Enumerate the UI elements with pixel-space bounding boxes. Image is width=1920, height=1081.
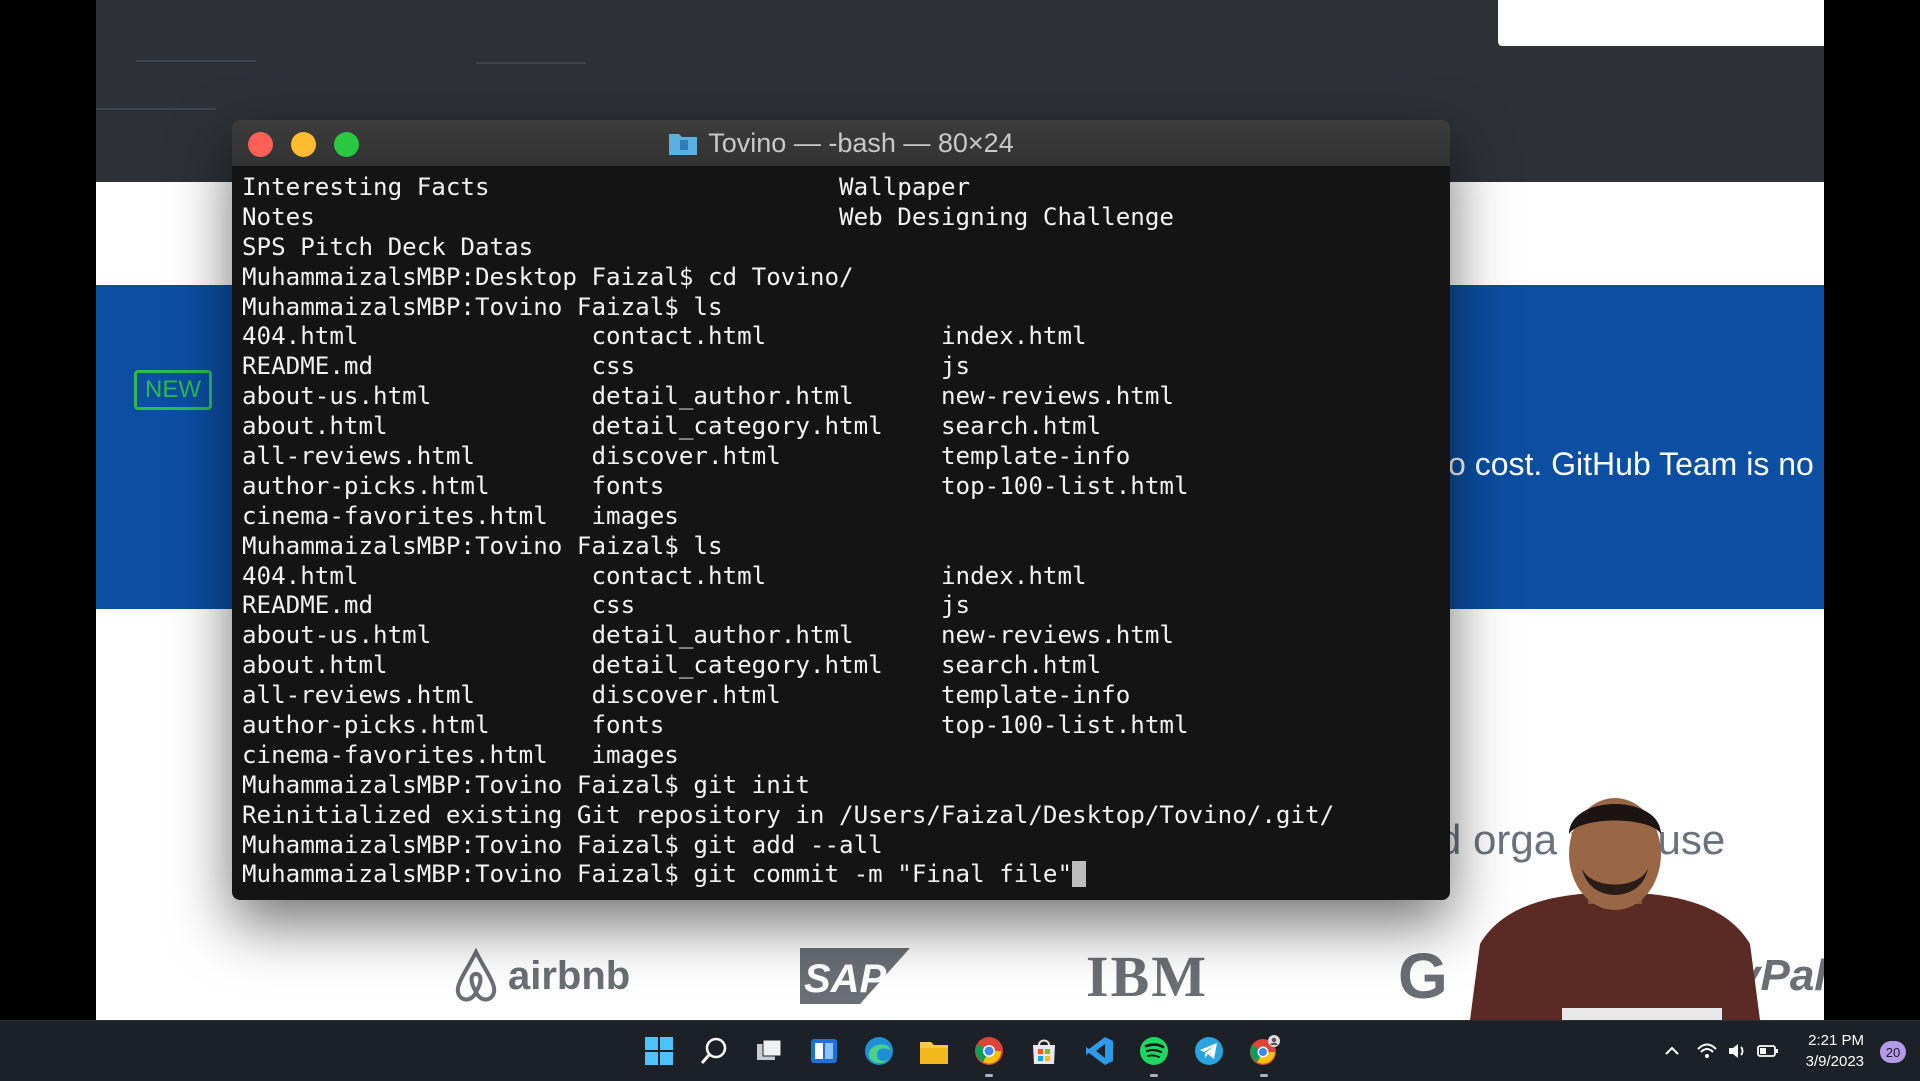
text-cursor <box>1072 861 1087 888</box>
terminal-line: MuhammaizalsMBP:Tovino Faizal$ ls <box>242 531 723 560</box>
search-icon <box>700 1037 727 1064</box>
terminal-line: 404.html contact.html index.html <box>242 322 1087 351</box>
task-view-button[interactable] <box>749 1031 789 1071</box>
terminal-output[interactable]: Interesting Facts Wallpaper Notes Web De… <box>232 167 1450 890</box>
terminal-line: author-picks.html fonts top-100-list.htm… <box>242 471 1189 500</box>
terminal-line: README.md css js <box>242 591 971 620</box>
chrome-icon <box>975 1037 1003 1065</box>
presenter-webcam <box>1470 794 1760 1020</box>
file-explorer-button[interactable] <box>914 1031 954 1071</box>
terminal-line: SPS Pitch Deck Datas <box>242 232 534 261</box>
terminal-line: about.html detail_category.html search.h… <box>242 412 1102 441</box>
terminal-line: README.md css js <box>242 352 971 381</box>
chrome-profile-button[interactable] <box>1244 1031 1284 1077</box>
telegram-icon <box>1195 1037 1223 1065</box>
taskbar-search-button[interactable] <box>694 1031 734 1071</box>
microsoft-store-icon <box>1033 1039 1055 1064</box>
clock-date: 3/9/2023 <box>1805 1053 1864 1070</box>
svg-text:SAP: SAP <box>804 957 887 1001</box>
terminal-title: Tovino — -bash — 80×24 <box>232 120 1450 166</box>
start-button[interactable] <box>639 1031 679 1071</box>
airbnb-icon <box>455 948 497 1002</box>
google-logo: G <box>1398 940 1448 1012</box>
volume-icon[interactable] <box>1726 1041 1748 1061</box>
file-explorer-icon <box>920 1042 948 1064</box>
running-indicator <box>985 1074 993 1077</box>
start-icon <box>645 1037 673 1065</box>
taskbar: 2:21 PM 3/9/2023 20 <box>0 1020 1920 1081</box>
chrome-button[interactable] <box>969 1031 1009 1077</box>
task-view-icon <box>757 1039 782 1060</box>
vscode-icon <box>1086 1037 1113 1065</box>
terminal-window[interactable]: Tovino — -bash — 80×24 Interesting Facts… <box>232 120 1450 900</box>
spotify-button[interactable] <box>1134 1031 1174 1077</box>
terminal-line: MuhammaizalsMBP:Tovino Faizal$ ls <box>242 292 723 321</box>
header-search-box[interactable] <box>1498 0 1824 46</box>
edge-icon <box>865 1037 893 1065</box>
terminal-line: 404.html contact.html index.html <box>242 561 1087 590</box>
terminal-line: about-us.html detail_author.html new-rev… <box>242 621 1174 650</box>
widgets-icon <box>811 1039 837 1063</box>
clock[interactable]: 2:21 PM 3/9/2023 <box>1806 1030 1864 1072</box>
vscode-button[interactable] <box>1079 1031 1119 1071</box>
terminal-prompt-line[interactable]: MuhammaizalsMBP:Tovino Faizal$ git commi… <box>242 860 1440 890</box>
faint-divider <box>136 60 256 62</box>
telegram-button[interactable] <box>1189 1031 1229 1071</box>
airbnb-logo: airbnb <box>450 940 630 1012</box>
terminal-line: cinema-favorites.html images <box>242 740 679 769</box>
terminal-line: Notes Web Designing Challenge <box>242 202 1174 231</box>
terminal-line: MuhammaizalsMBP:Desktop Faizal$ cd Tovin… <box>242 262 854 291</box>
terminal-titlebar[interactable]: Tovino — -bash — 80×24 <box>232 120 1450 167</box>
terminal-line: MuhammaizalsMBP:Tovino Faizal$ git init <box>242 770 810 799</box>
presenter-figure <box>1470 798 1760 1020</box>
terminal-line: all-reviews.html discover.html template-… <box>242 681 1131 710</box>
terminal-line: Interesting Facts Wallpaper <box>242 173 971 201</box>
chevron-up-icon[interactable] <box>1662 1041 1682 1061</box>
terminal-line: MuhammaizalsMBP:Tovino Faizal$ git add -… <box>242 830 883 859</box>
terminal-line: cinema-favorites.html images <box>242 501 679 530</box>
faint-divider <box>476 62 586 64</box>
microsoft-store-button[interactable] <box>1024 1031 1064 1071</box>
notification-badge[interactable]: 20 <box>1880 1041 1906 1063</box>
sap-icon: SAP <box>800 948 910 1004</box>
folder-icon <box>669 134 698 155</box>
widgets-button[interactable] <box>804 1031 844 1071</box>
ibm-logo: IBM <box>1086 943 1208 1009</box>
battery-icon[interactable] <box>1756 1041 1780 1061</box>
terminal-line: all-reviews.html discover.html template-… <box>242 442 1131 471</box>
sap-logo: SAP <box>800 940 910 1012</box>
clock-time: 2:21 PM <box>1808 1032 1864 1049</box>
edge-button[interactable] <box>859 1031 899 1071</box>
running-indicator <box>1150 1074 1158 1077</box>
terminal-line: about-us.html detail_author.html new-rev… <box>242 382 1174 411</box>
system-tray <box>1662 1021 1780 1081</box>
banner-text: o cost. GitHub Team is no <box>1448 446 1814 482</box>
terminal-line: author-picks.html fonts top-100-list.htm… <box>242 711 1189 740</box>
terminal-line: about.html detail_category.html search.h… <box>242 651 1102 680</box>
faint-divider <box>96 108 216 110</box>
wifi-icon[interactable] <box>1696 1041 1718 1061</box>
spotify-icon <box>1140 1037 1168 1065</box>
running-indicator <box>1260 1074 1268 1077</box>
new-badge: NEW <box>134 370 212 410</box>
terminal-line: Reinitialized existing Git repository in… <box>242 800 1335 829</box>
chrome-profile-icon <box>1250 1035 1280 1065</box>
